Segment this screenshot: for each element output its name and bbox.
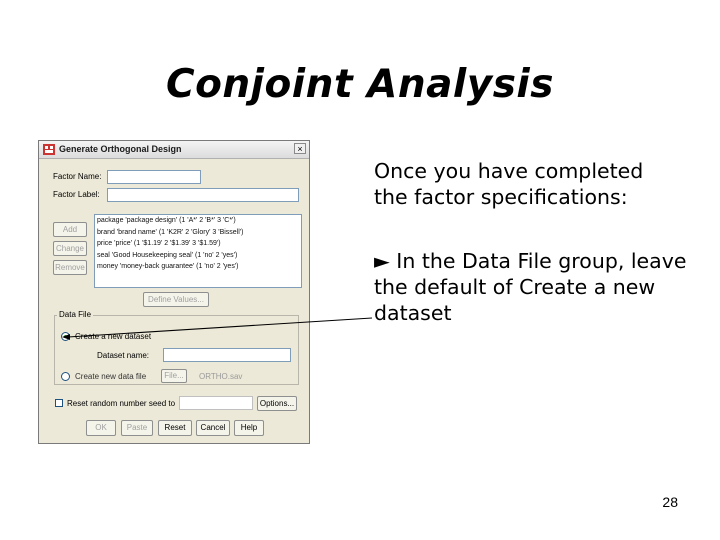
instruction-paragraph-2-text: In the Data File group, leave the defaul… (374, 249, 687, 325)
instruction-paragraph-1: Once you have completed the factor speci… (374, 159, 644, 209)
bullet-arrow-icon: ► (374, 249, 390, 273)
instruction-paragraph-2: ► In the Data File group, leave the defa… (374, 248, 694, 326)
page-number: 28 (662, 494, 678, 510)
